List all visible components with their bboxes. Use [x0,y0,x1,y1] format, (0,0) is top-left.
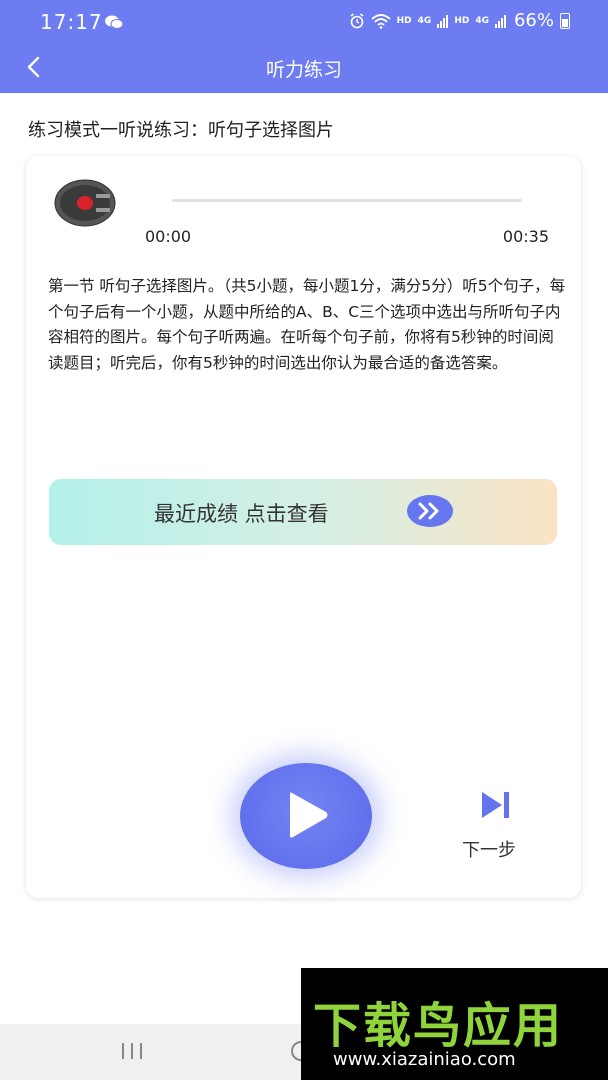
battery-percent: 66% [513,10,554,31]
watermark-logo: 下载鸟应用 [313,998,564,1054]
recent-apps-icon[interactable] [120,1042,144,1060]
play-button[interactable] [240,763,372,869]
next-step-button[interactable]: 下一步 [454,788,554,868]
status-time: 17:17 [40,10,103,34]
total-time: 00:35 [502,227,549,246]
status-indicators: HD 4G HD 4G 66% [349,10,570,31]
play-icon [290,792,328,838]
current-time: 00:00 [145,227,192,246]
question-description: 第一节 听句子选择图片。（共5小题，每小题1分，满分5分）听5个句子，每个句子后… [48,277,566,372]
recent-scores-button[interactable]: 最近成绩 点击查看 [49,479,557,545]
practice-mode-label: 练习模式一听说练习：听句子选择图片 [28,120,334,141]
record-icon [54,179,116,227]
skip-next-icon [482,792,509,818]
hd-badge: HD [396,15,412,26]
wifi-icon [371,13,391,29]
battery-icon [560,12,570,29]
audio-progress-bar[interactable] [172,199,522,202]
next-step-label: 下一步 [462,840,516,861]
signal-icon [437,14,449,28]
wechat-icon [105,15,124,29]
signal-icon-2 [494,14,506,28]
recent-scores-label: 最近成绩 点击查看 [154,502,329,526]
watermark-url: www.xiazainiao.com [333,1049,516,1070]
network-type-2: 4G [475,15,489,26]
network-type: 4G [417,15,432,26]
exercise-card: 00:00 00:35 第一节 听句子选择图片。（共5小题，每小题1分，满分5分… [26,156,581,898]
page-title: 听力练习 [265,59,342,81]
alarm-icon [350,12,364,28]
hd-badge-2: HD [454,15,470,26]
double-chevron-right-icon [407,495,453,527]
app-header: 17:17 HD 4G HD 4G 66% 听力练习 [0,0,608,93]
watermark-banner: 下载鸟应用 www.xiazainiao.com [301,968,608,1080]
status-bar: 17:17 HD 4G HD 4G 66% [0,0,608,46]
